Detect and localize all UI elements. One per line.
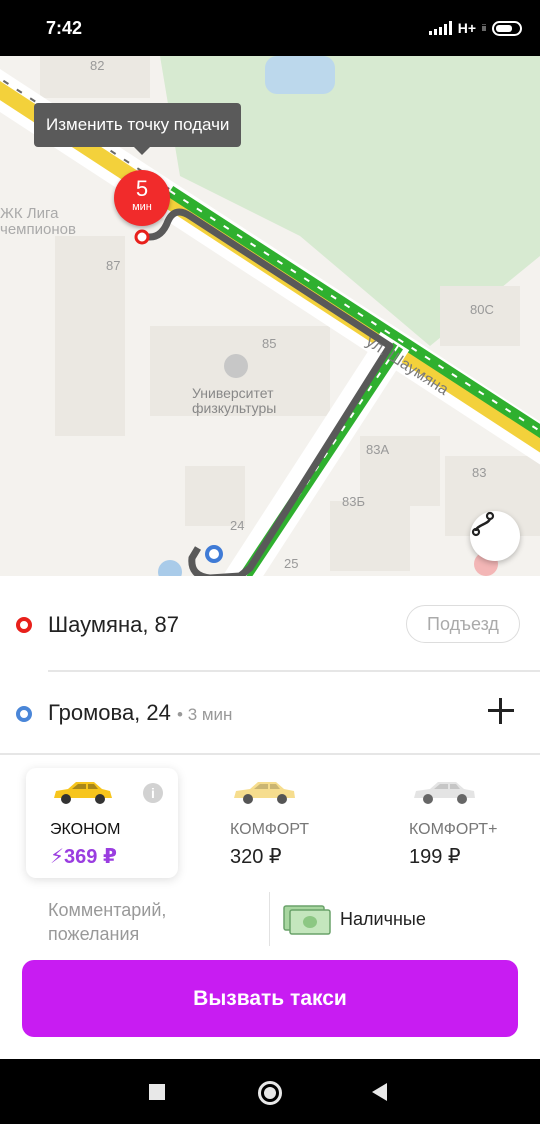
destination-name: Громова, 24 xyxy=(48,700,171,725)
pickup-address: Шаумяна, 87 xyxy=(48,612,180,637)
add-stop-button[interactable] xyxy=(486,696,516,726)
tariff-name: ЭКОНОМ xyxy=(50,821,121,838)
divider xyxy=(0,753,540,755)
map-label: 85 xyxy=(262,336,276,351)
map-label: 82 xyxy=(90,58,104,73)
status-icons: H+ іі xyxy=(428,20,522,36)
signal-icon xyxy=(428,21,452,35)
tariff-price-value: 369 ₽ xyxy=(64,846,117,868)
entrance-button[interactable]: Подъезд xyxy=(406,605,520,643)
map-label: Университет xyxy=(192,385,274,401)
route-icon xyxy=(471,511,495,537)
tariff-price: ⚡369 ₽ xyxy=(50,844,117,869)
building xyxy=(330,501,410,571)
tooltip-text: Изменить точку подачи xyxy=(46,115,230,134)
cash-icon xyxy=(283,905,331,935)
map-label: 83А xyxy=(366,442,389,457)
network-suffix: іі xyxy=(482,23,486,33)
destination-address: Громова, 24 • 3 мин xyxy=(48,700,232,726)
car-econom-icon xyxy=(54,782,112,804)
back-button[interactable] xyxy=(372,1083,387,1101)
map-label: 87 xyxy=(106,258,120,273)
map-label: ЖК Лига xyxy=(0,205,59,222)
tariff-name: КОМФОРТ+ xyxy=(409,821,498,838)
payment-method[interactable]: Наличные xyxy=(282,902,426,936)
map-label: 83 xyxy=(472,465,486,480)
map-label: 80С xyxy=(470,302,494,317)
tariff-name: КОМФОРТ xyxy=(230,821,310,838)
poi-icon xyxy=(158,560,182,576)
tariff-price: 320 ₽ xyxy=(230,846,282,868)
status-bar: 7:42 H+ іі xyxy=(0,0,540,56)
system-nav-bar xyxy=(0,1059,540,1124)
pickup-dot-icon xyxy=(16,617,32,633)
destination-dot-icon xyxy=(16,706,32,722)
order-sheet: Шаумяна, 87 Подъезд Громова, 24 • 3 мин … xyxy=(0,576,540,1059)
tariff-comfort[interactable]: КОМФОРТ 320 ₽ xyxy=(210,768,362,878)
pickup-row[interactable]: Шаумяна, 87 Подъезд xyxy=(0,576,540,670)
destination-marker xyxy=(205,545,223,563)
pond xyxy=(265,56,335,94)
car-comfort-icon xyxy=(234,782,295,804)
order-taxi-button[interactable]: Вызвать такси xyxy=(22,960,518,1037)
status-time: 7:42 xyxy=(46,18,83,38)
comment-line: Комментарий, xyxy=(48,900,167,920)
building xyxy=(185,466,245,526)
payment-label: Наличные xyxy=(340,908,426,929)
comment-field[interactable]: Комментарий, пожелания xyxy=(48,898,166,946)
pickup-marker xyxy=(134,229,150,245)
university-icon xyxy=(224,354,248,378)
change-pickup-tooltip[interactable]: Изменить точку подачи xyxy=(34,103,242,155)
map-label: чемпионов xyxy=(0,221,76,238)
divider xyxy=(269,892,270,946)
eta-pin[interactable]: 5 мин xyxy=(114,170,170,226)
destination-eta: • 3 мин xyxy=(177,705,233,724)
network-type: H+ xyxy=(457,20,476,36)
eta-number: 5 xyxy=(135,176,149,201)
battery-icon xyxy=(492,20,522,36)
recent-apps-button[interactable] xyxy=(149,1084,165,1100)
car-comfort-plus-icon xyxy=(414,782,475,804)
map[interactable]: 82 ЖК Лига чемпионов 87 85 Университет ф… xyxy=(0,56,540,576)
map-label: 25 xyxy=(284,556,298,571)
route-button[interactable] xyxy=(470,511,520,561)
eta-unit: мин xyxy=(132,201,152,213)
map-label: 24 xyxy=(230,518,244,533)
destination-row[interactable]: Громова, 24 • 3 мин xyxy=(0,672,540,754)
tariff-econom[interactable]: i ЭКОНОМ ⚡369 ₽ xyxy=(26,768,178,878)
comment-line: пожелания xyxy=(48,924,140,944)
map-label: физкультуры xyxy=(192,400,276,416)
tariff-comfort-plus[interactable]: КОМФОРТ+ 199 ₽ xyxy=(388,768,540,878)
info-icon[interactable]: i xyxy=(143,783,163,803)
tariff-price: 199 ₽ xyxy=(409,846,461,868)
surge-icon: ⚡ xyxy=(50,846,65,868)
home-button[interactable] xyxy=(258,1081,282,1105)
map-label: 83Б xyxy=(342,494,365,509)
